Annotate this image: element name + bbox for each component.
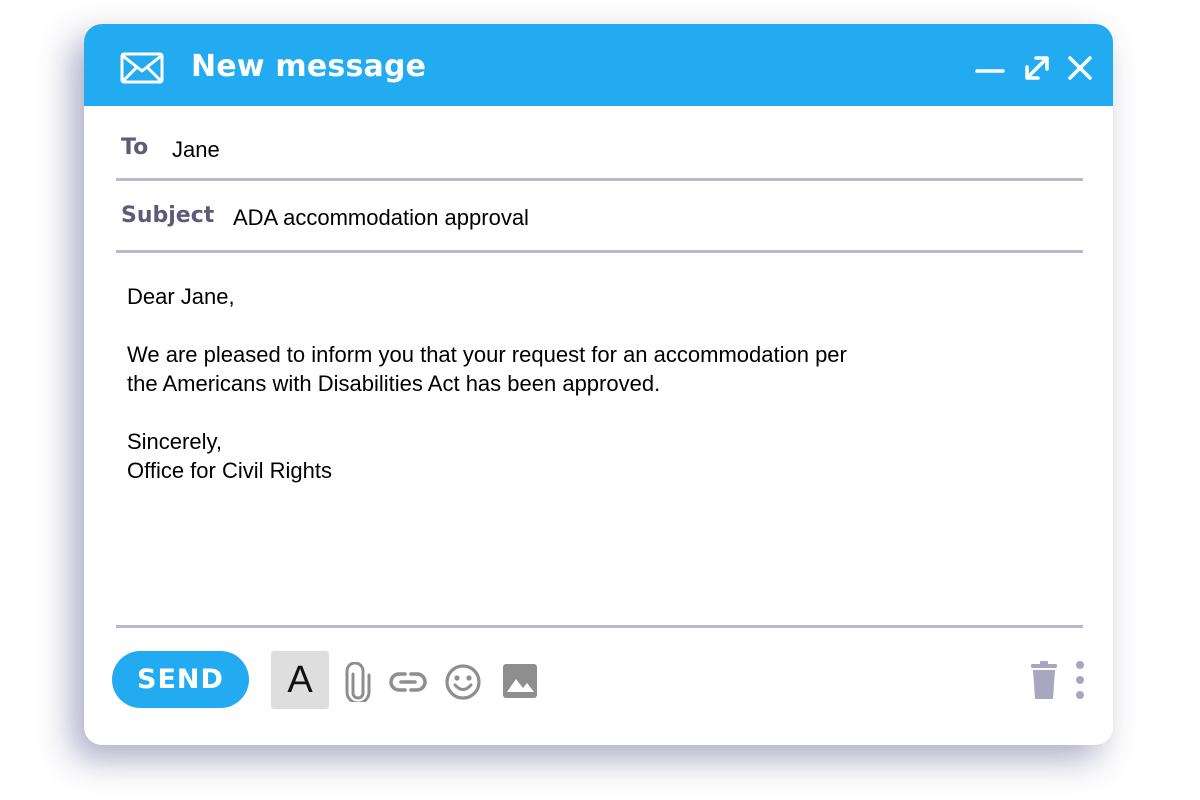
minimize-icon (974, 52, 1006, 84)
toolbar-divider (116, 625, 1083, 628)
text-format-button[interactable]: A (271, 651, 329, 709)
paperclip-icon[interactable] (344, 662, 372, 702)
expand-button[interactable] (1021, 52, 1053, 84)
title-bar: New message (84, 24, 1113, 106)
emoji-icon[interactable] (443, 662, 483, 702)
link-icon[interactable] (388, 668, 428, 696)
body-greeting: Dear Jane, (127, 284, 235, 309)
window-title: New message (191, 49, 427, 84)
minimize-button[interactable] (974, 52, 1006, 84)
to-label: To (121, 135, 149, 160)
subject-divider (116, 250, 1083, 253)
body-closing: Sincerely, (127, 429, 222, 454)
body-paragraph-line: the Americans with Disabilities Act has … (127, 371, 661, 396)
close-button[interactable] (1064, 52, 1096, 84)
subject-field[interactable]: ADA accommodation approval (233, 205, 529, 231)
image-icon[interactable] (502, 663, 540, 699)
compose-window: New message To Jane Subject ADA accommod… (84, 24, 1113, 745)
close-icon (1064, 52, 1096, 84)
subject-label: Subject (121, 203, 215, 228)
message-body[interactable]: Dear Jane, We are pleased to inform you … (127, 282, 1027, 485)
to-field[interactable]: Jane (172, 137, 220, 163)
more-options-icon[interactable] (1074, 660, 1086, 700)
to-divider (116, 178, 1083, 181)
trash-icon[interactable] (1030, 661, 1058, 701)
expand-icon (1021, 52, 1053, 84)
send-button[interactable]: SEND (112, 651, 249, 708)
body-signature: Office for Civil Rights (127, 458, 332, 483)
envelope-icon (120, 52, 168, 86)
body-paragraph-line: We are pleased to inform you that your r… (127, 342, 847, 367)
